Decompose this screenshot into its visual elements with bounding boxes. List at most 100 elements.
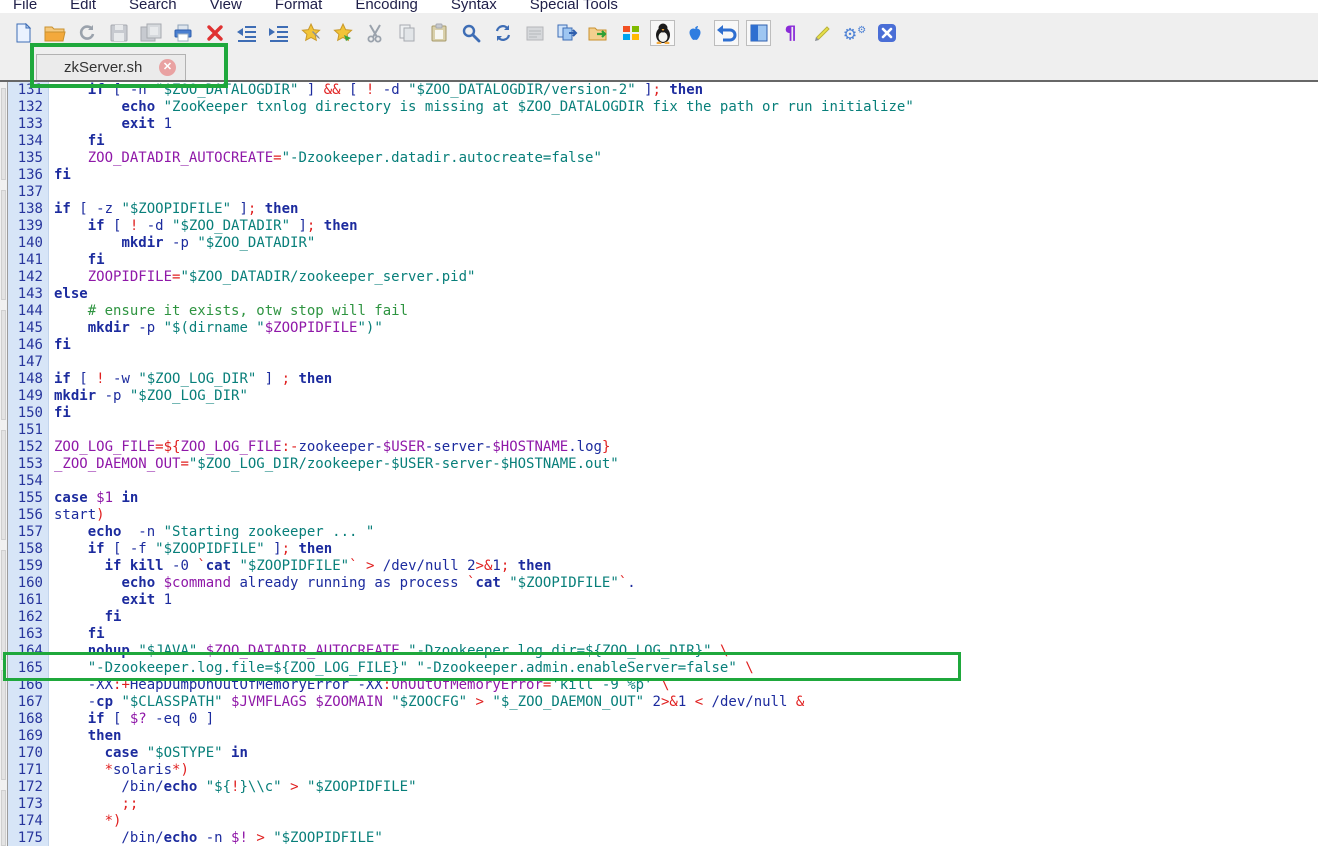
- tab-zkserver[interactable]: zkServer.sh ✕: [36, 54, 186, 80]
- windows-eol-icon[interactable]: [618, 20, 643, 46]
- code-line-174[interactable]: *): [54, 813, 1318, 830]
- exit-icon[interactable]: [874, 20, 899, 46]
- code-line-147[interactable]: [54, 354, 1318, 371]
- find-icon[interactable]: [458, 20, 483, 46]
- line-number: 174: [8, 813, 48, 830]
- code-line-153[interactable]: _ZOO_DAEMON_OUT="$ZOO_LOG_DIR/zookeeper-…: [54, 456, 1318, 473]
- close-file-icon[interactable]: [202, 20, 227, 46]
- strip-segment: [1, 310, 6, 420]
- code-line-175[interactable]: /bin/echo -n $! > "$ZOOPIDFILE": [54, 830, 1318, 846]
- copy-icon[interactable]: [394, 20, 419, 46]
- move-file-icon[interactable]: [586, 20, 611, 46]
- code-line-173[interactable]: ;;: [54, 796, 1318, 813]
- code-line-171[interactable]: *solaris*): [54, 762, 1318, 779]
- line-number: 172: [8, 779, 48, 796]
- mac-eol-icon[interactable]: [682, 20, 707, 46]
- open-file-icon[interactable]: [42, 20, 67, 46]
- line-number: 134: [8, 133, 48, 150]
- code-line-158[interactable]: if [ -f "$ZOOPIDFILE" ]; then: [54, 541, 1318, 558]
- code-line-136[interactable]: fi: [54, 167, 1318, 184]
- line-number: 155: [8, 490, 48, 507]
- strip-segment: [1, 550, 6, 660]
- code-line-140[interactable]: mkdir -p "$ZOO_DATADIR": [54, 235, 1318, 252]
- menu-item-encoding[interactable]: Encoding: [355, 0, 418, 13]
- strip-segment: [1, 790, 6, 846]
- code-line-151[interactable]: [54, 422, 1318, 439]
- code-line-160[interactable]: echo $command already running as process…: [54, 575, 1318, 592]
- new-file-icon[interactable]: [10, 20, 35, 46]
- code-line-155[interactable]: case $1 in: [54, 490, 1318, 507]
- save-all-icon[interactable]: [138, 20, 163, 46]
- code-line-143[interactable]: else: [54, 286, 1318, 303]
- menu-item-view[interactable]: View: [210, 0, 242, 13]
- code-line-132[interactable]: echo "ZooKeeper txnlog directory is miss…: [54, 99, 1318, 116]
- line-number: 150: [8, 405, 48, 422]
- print-icon[interactable]: [170, 20, 195, 46]
- tab-close-icon[interactable]: ✕: [159, 59, 176, 76]
- code-line-139[interactable]: if [ ! -d "$ZOO_DATADIR" ]; then: [54, 218, 1318, 235]
- code-line-163[interactable]: fi: [54, 626, 1318, 643]
- panel-toggle-icon[interactable]: [746, 20, 771, 46]
- code-line-164[interactable]: nohup "$JAVA" $ZOO_DATADIR_AUTOCREATE "-…: [54, 643, 1318, 660]
- settings-icon[interactable]: ⚙⚙: [842, 20, 867, 46]
- code-line-144[interactable]: # ensure it exists, otw stop will fail: [54, 303, 1318, 320]
- code-line-150[interactable]: fi: [54, 405, 1318, 422]
- strip-segment: [1, 190, 6, 300]
- code-line-157[interactable]: echo -n "Starting zookeeper ... ": [54, 524, 1318, 541]
- code-line-159[interactable]: if kill -0 `cat "$ZOOPIDFILE"` > /dev/nu…: [54, 558, 1318, 575]
- code-line-172[interactable]: /bin/echo "${!}\\c" > "$ZOOPIDFILE": [54, 779, 1318, 796]
- highlight-icon[interactable]: [810, 20, 835, 46]
- line-number: 169: [8, 728, 48, 745]
- code-line-162[interactable]: fi: [54, 609, 1318, 626]
- paste-icon[interactable]: [426, 20, 451, 46]
- code-line-152[interactable]: ZOO_LOG_FILE=${ZOO_LOG_FILE:-zookeeper-$…: [54, 439, 1318, 456]
- session-icon[interactable]: [522, 20, 547, 46]
- bookmark-icon[interactable]: [330, 20, 355, 46]
- outdent-icon[interactable]: [234, 20, 259, 46]
- code-line-137[interactable]: [54, 184, 1318, 201]
- bookmark-edit-icon[interactable]: [298, 20, 323, 46]
- menu-item-edit[interactable]: Edit: [70, 0, 96, 13]
- menu-item-file[interactable]: File: [13, 0, 37, 13]
- code-line-165[interactable]: "-Dzookeeper.log.file=${ZOO_LOG_FILE}" "…: [54, 660, 1318, 677]
- code-line-134[interactable]: fi: [54, 133, 1318, 150]
- menu-item-syntax[interactable]: Syntax: [451, 0, 497, 13]
- undo-icon[interactable]: [714, 20, 739, 46]
- code-line-148[interactable]: if [ ! -w "$ZOO_LOG_DIR" ] ; then: [54, 371, 1318, 388]
- reload-icon[interactable]: [74, 20, 99, 46]
- unix-eol-icon[interactable]: [650, 20, 675, 46]
- code-line-146[interactable]: fi: [54, 337, 1318, 354]
- pilcrow-icon[interactable]: ¶: [778, 20, 803, 46]
- menu-item-special-tools[interactable]: Special Tools: [530, 0, 618, 13]
- cut-icon[interactable]: [362, 20, 387, 46]
- code-line-138[interactable]: if [ -z "$ZOOPIDFILE" ]; then: [54, 201, 1318, 218]
- code-line-131[interactable]: if [ -n "$ZOO_DATALOGDIR" ] && [ ! -d "$…: [54, 82, 1318, 99]
- menu-item-format[interactable]: Format: [275, 0, 323, 13]
- replace-icon[interactable]: [490, 20, 515, 46]
- line-number: 149: [8, 388, 48, 405]
- code-line-142[interactable]: ZOOPIDFILE="$ZOO_DATADIR/zookeeper_serve…: [54, 269, 1318, 286]
- code-line-170[interactable]: case "$OSTYPE" in: [54, 745, 1318, 762]
- indent-icon[interactable]: [266, 20, 291, 46]
- code-line-161[interactable]: exit 1: [54, 592, 1318, 609]
- copy-path-icon[interactable]: [554, 20, 579, 46]
- code-line-156[interactable]: start): [54, 507, 1318, 524]
- code-line-169[interactable]: then: [54, 728, 1318, 745]
- code-line-135[interactable]: ZOO_DATADIR_AUTOCREATE="-Dzookeeper.data…: [54, 150, 1318, 167]
- save-icon[interactable]: [106, 20, 131, 46]
- editor-pane[interactable]: 1311321331341351361371381391401411421431…: [0, 82, 1318, 846]
- line-number: 173: [8, 796, 48, 813]
- code-line-149[interactable]: mkdir -p "$ZOO_LOG_DIR": [54, 388, 1318, 405]
- line-number: 170: [8, 745, 48, 762]
- line-number: 163: [8, 626, 48, 643]
- code-line-166[interactable]: -XX:+HeapDumpOnOutOfMemoryError -XX:OnOu…: [54, 677, 1318, 694]
- code-line-145[interactable]: mkdir -p "$(dirname "$ZOOPIDFILE")": [54, 320, 1318, 337]
- code-line-133[interactable]: exit 1: [54, 116, 1318, 133]
- code-area[interactable]: if [ -n "$ZOO_DATALOGDIR" ] && [ ! -d "$…: [49, 82, 1318, 846]
- code-line-168[interactable]: if [ $? -eq 0 ]: [54, 711, 1318, 728]
- line-number: 148: [8, 371, 48, 388]
- code-line-167[interactable]: -cp "$CLASSPATH" $JVMFLAGS $ZOOMAIN "$ZO…: [54, 694, 1318, 711]
- code-line-154[interactable]: [54, 473, 1318, 490]
- menu-item-search[interactable]: Search: [129, 0, 177, 13]
- code-line-141[interactable]: fi: [54, 252, 1318, 269]
